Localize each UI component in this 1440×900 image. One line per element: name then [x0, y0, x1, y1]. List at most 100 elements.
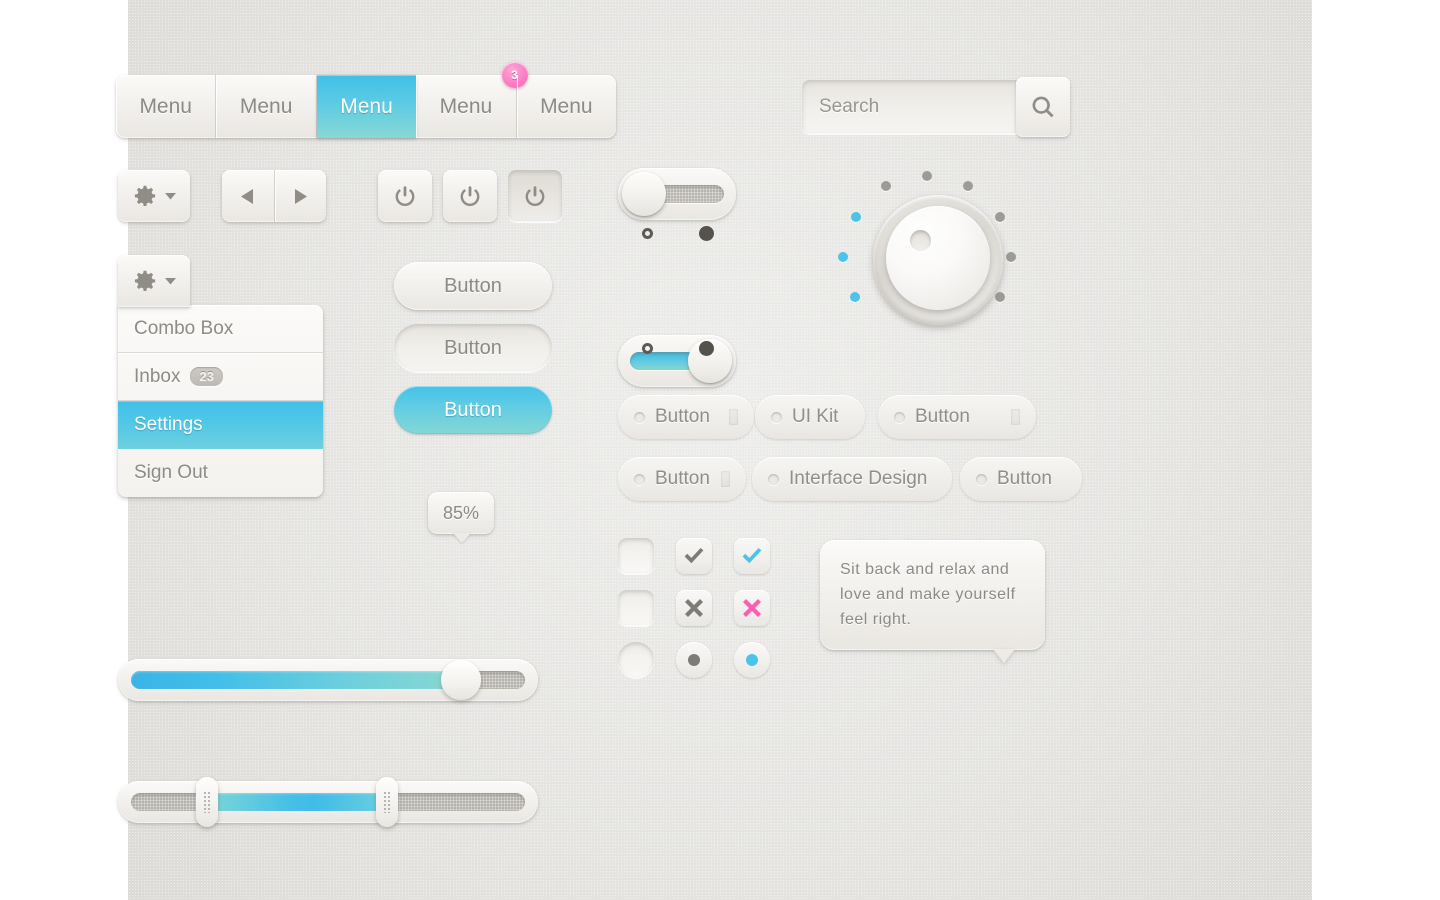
tag-button-4[interactable]: Button: [618, 457, 746, 501]
button-pressed[interactable]: Button: [394, 324, 552, 372]
search-box: Search: [802, 77, 1070, 137]
toggle-1-indicators: [618, 226, 736, 245]
circle-outline-icon: [642, 228, 653, 239]
cross-icon: [685, 599, 703, 617]
knob-tick-5: [922, 171, 932, 181]
check-icon: [742, 548, 762, 564]
knob-tick-8: [1006, 252, 1016, 262]
power-icon: [395, 186, 415, 207]
next-button[interactable]: [275, 170, 327, 222]
power-button-1[interactable]: [378, 170, 432, 222]
power-button-2[interactable]: [443, 170, 497, 222]
menu-item-1[interactable]: Menu: [116, 75, 217, 138]
knob-face[interactable]: [886, 206, 990, 310]
checkbox-cross-pink[interactable]: [734, 590, 770, 626]
bullet-icon: [634, 473, 645, 485]
circle-filled-icon: [699, 341, 714, 356]
tag-button-3[interactable]: Button: [878, 395, 1036, 439]
progress-slider[interactable]: [118, 659, 538, 701]
tag-button-5[interactable]: Interface Design: [752, 457, 952, 501]
triangle-right-icon: [294, 188, 307, 204]
slider-value-label: 85%: [442, 502, 480, 523]
knob-tick-active-2: [838, 252, 848, 262]
dropdown-item-combo-box[interactable]: Combo Box: [118, 305, 323, 353]
dropdown-item-label: Combo Box: [134, 317, 234, 339]
tag-label: UI Kit: [792, 406, 839, 427]
menu-item-label: Menu: [540, 94, 593, 118]
range-fill: [206, 793, 386, 811]
dropdown-item-inbox[interactable]: Inbox 23: [118, 353, 323, 401]
button-active[interactable]: Button: [394, 386, 552, 434]
menu-item-4[interactable]: Menu 3: [416, 62, 528, 138]
nav-button-group: [222, 170, 326, 222]
grip-icon: [1011, 409, 1020, 425]
button-normal[interactable]: Button: [394, 262, 552, 310]
menu-item-label: Menu: [139, 94, 192, 118]
radio-unchecked[interactable]: [618, 642, 654, 678]
cross-icon: [743, 599, 761, 617]
menu-item-label: Menu: [439, 94, 493, 118]
power-icon: [460, 186, 480, 207]
range-handle-low[interactable]: [196, 777, 218, 827]
checkbox-unchecked-2[interactable]: [618, 590, 654, 626]
tooltip-tail: [453, 533, 471, 543]
speech-bubble-tooltip: Sit back and relax and love and make you…: [820, 540, 1045, 664]
checkbox-checked-blue[interactable]: [734, 538, 770, 574]
tooltip-text: Sit back and relax and love and make you…: [840, 561, 1016, 628]
search-icon: [1032, 96, 1054, 118]
checkbox-unchecked[interactable]: [618, 538, 654, 574]
tag-label: Button: [655, 468, 710, 489]
radio-checked-gray[interactable]: [676, 642, 712, 678]
checkbox-cross-gray[interactable]: [676, 590, 712, 626]
tag-label: Button: [915, 406, 970, 427]
dropdown-item-settings[interactable]: Settings: [118, 401, 323, 449]
toggle-knob[interactable]: [622, 172, 666, 216]
bullet-icon: [771, 411, 782, 423]
tag-label: Button: [655, 406, 710, 427]
range-handle-high[interactable]: [376, 777, 398, 827]
menu-item-3-active[interactable]: Menu: [316, 75, 417, 138]
search-button[interactable]: [1016, 77, 1070, 137]
power-button-3-pressed[interactable]: [508, 170, 562, 222]
tag-button-1[interactable]: Button: [618, 395, 754, 439]
slider-handle[interactable]: [441, 660, 481, 700]
dropdown-trigger[interactable]: [118, 255, 190, 307]
radio-checked-blue[interactable]: [734, 642, 770, 678]
grip-icon: [721, 471, 730, 487]
tag-label: Interface Design: [789, 468, 928, 489]
chevron-down-icon: [164, 193, 176, 200]
check-icon: [684, 548, 704, 564]
knob-tick-9: [995, 292, 1005, 302]
dot-icon: [746, 654, 758, 666]
circle-filled-icon: [699, 226, 714, 241]
menu-item-2[interactable]: Menu: [216, 75, 317, 138]
combo-box-dropdown: Combo Box Inbox 23 Settings Sign Out: [118, 255, 323, 497]
grip-icon: [729, 409, 738, 425]
dropdown-list: Combo Box Inbox 23 Settings Sign Out: [118, 305, 323, 497]
dropdown-item-label: Settings: [134, 414, 203, 435]
bullet-icon: [768, 473, 779, 485]
dropdown-item-sign-out[interactable]: Sign Out: [118, 449, 323, 497]
button-label: Button: [444, 398, 502, 421]
gear-dropdown-button[interactable]: [118, 170, 190, 222]
toggle-on-indicator: [687, 341, 727, 360]
tag-label: Button: [997, 468, 1052, 489]
dot-icon: [688, 654, 700, 666]
toggle-switch-off[interactable]: [618, 168, 736, 220]
bullet-icon: [634, 411, 645, 423]
grip-icon: [382, 791, 392, 813]
prev-button[interactable]: [222, 170, 275, 222]
power-icon: [525, 186, 545, 207]
inbox-count-badge: 23: [190, 367, 223, 386]
menu-bar: Menu Menu Menu Menu 3 Menu: [116, 62, 616, 138]
checkbox-checked-gray[interactable]: [676, 538, 712, 574]
range-slider[interactable]: [118, 777, 538, 827]
rotary-knob[interactable]: [838, 160, 1038, 360]
search-input[interactable]: Search: [802, 80, 1016, 134]
menu-item-5[interactable]: Menu: [517, 75, 616, 138]
triangle-left-icon: [241, 188, 254, 204]
chevron-down-icon: [164, 278, 176, 285]
knob-tick-active-1: [850, 292, 860, 302]
tag-button-6[interactable]: Button: [960, 457, 1082, 501]
tag-button-2[interactable]: UI Kit: [755, 395, 865, 439]
